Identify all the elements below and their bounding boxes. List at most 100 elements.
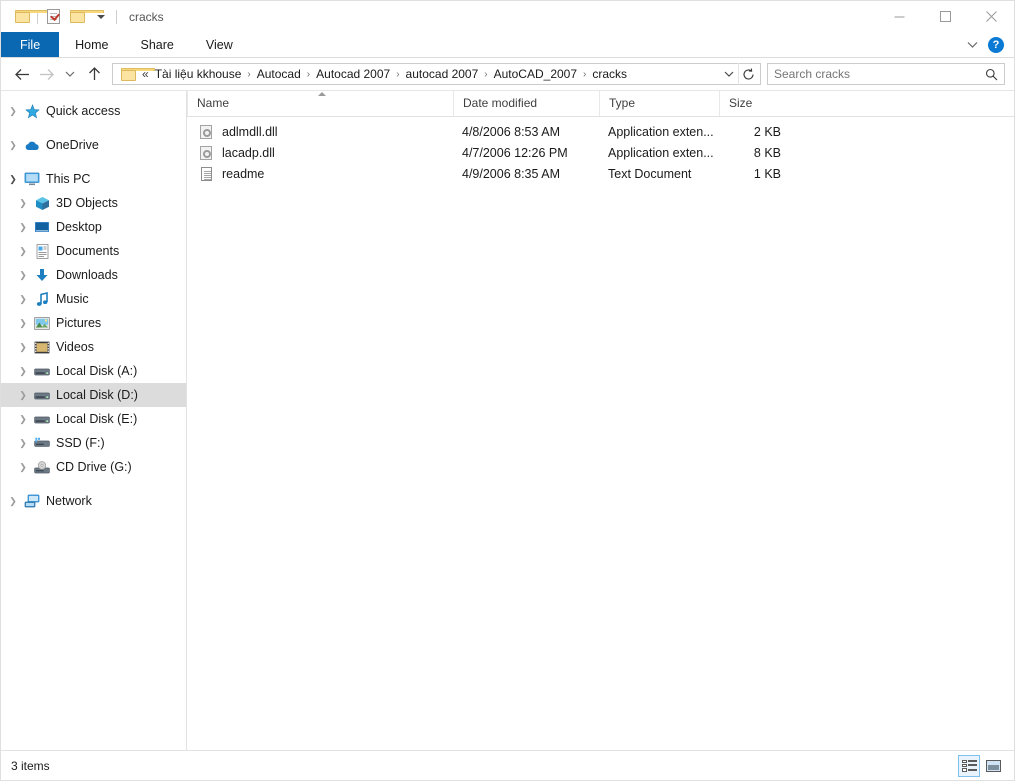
breadcrumb-item-4[interactable]: AutoCAD_2007 (491, 67, 580, 81)
sidebar-item-label: Desktop (56, 220, 102, 234)
sidebar-item-videos[interactable]: ❯ Videos (1, 335, 186, 359)
search-input[interactable] (774, 67, 984, 81)
new-folder-icon[interactable] (65, 6, 104, 28)
breadcrumb-sep-0[interactable]: › (244, 69, 253, 80)
file-type: Text Document (608, 166, 692, 181)
chevron-right-icon[interactable]: ❯ (15, 198, 31, 209)
chevron-right-icon[interactable]: ❯ (5, 106, 21, 117)
chevron-right-icon[interactable]: ❯ (15, 342, 31, 353)
table-row[interactable]: lacadp.dll 4/7/2006 12:26 PM Application… (187, 142, 1014, 163)
sidebar-item-local-disk-d[interactable]: ❯ Local Disk (D:) (1, 383, 186, 407)
sidebar-item-3d-objects[interactable]: ❯ 3D Objects (1, 191, 186, 215)
chevron-right-icon[interactable]: ❯ (15, 390, 31, 401)
up-icon[interactable] (82, 62, 106, 86)
breadcrumb-item-5[interactable]: cracks (589, 67, 630, 81)
drive-icon (31, 366, 53, 377)
help-icon[interactable]: ? (988, 36, 1004, 53)
file-date-modified: 4/7/2006 12:26 PM (462, 145, 568, 160)
chevron-right-icon[interactable]: ❯ (5, 140, 21, 151)
qat-separator-2 (116, 9, 117, 24)
sidebar-item-quick-access[interactable]: ❯ Quick access (1, 99, 186, 123)
recent-locations-chevron-icon[interactable] (58, 62, 82, 86)
refresh-icon[interactable] (738, 63, 758, 85)
sidebar-item-label: 3D Objects (56, 196, 118, 210)
column-header-type[interactable]: Type (599, 90, 719, 116)
quick-access-toolbar (1, 6, 120, 28)
text-document-icon (198, 166, 214, 182)
sidebar-item-music[interactable]: ❯ Music (1, 287, 186, 311)
sidebar-item-ssd-f[interactable]: ❯ SSD (F:) (1, 431, 186, 455)
chevron-down-icon[interactable] (89, 6, 113, 28)
item-count-label: 3 items (11, 758, 50, 773)
minimize-icon[interactable] (876, 1, 922, 32)
details-view-button[interactable] (958, 754, 980, 777)
chevron-right-icon[interactable]: ❯ (15, 366, 31, 377)
search-icon[interactable] (984, 68, 998, 81)
navigation-pane[interactable]: ❯ Quick access ❯ OneDrive ❯ This PC ❯ 3D… (1, 91, 187, 750)
monitor-icon (21, 172, 43, 186)
network-icon (21, 494, 43, 508)
documents-icon (31, 243, 53, 259)
properties-icon[interactable] (41, 6, 65, 28)
address-path-box[interactable]: « Tài liệu kkhouse › Autocad › Autocad 2… (112, 63, 761, 85)
tab-share[interactable]: Share (125, 32, 190, 57)
breadcrumb-item-0[interactable]: Tài liệu kkhouse (152, 67, 245, 81)
chevron-right-icon[interactable]: ❯ (15, 222, 31, 233)
table-row[interactable]: readme 4/9/2006 8:35 AM Text Document 1 … (187, 163, 1014, 184)
sidebar-item-downloads[interactable]: ❯ Downloads (1, 263, 186, 287)
close-icon[interactable] (968, 1, 1014, 32)
file-list-pane[interactable]: Name Date modified Type Size adlmdll.dll… (187, 90, 1014, 750)
sidebar-item-network[interactable]: ❯ Network (1, 489, 186, 513)
sidebar-item-this-pc[interactable]: ❯ This PC (1, 167, 186, 191)
tab-file[interactable]: File (1, 32, 60, 57)
sidebar-item-local-disk-a[interactable]: ❯ Local Disk (A:) (1, 359, 186, 383)
breadcrumb-sep-2[interactable]: › (393, 69, 402, 80)
breadcrumb-sep-1[interactable]: › (304, 69, 313, 80)
chevron-right-icon[interactable]: ❯ (15, 438, 31, 449)
back-icon[interactable] (10, 62, 34, 86)
column-header-size[interactable]: Size (719, 90, 799, 116)
ssd-icon (31, 437, 53, 449)
star-icon (21, 103, 43, 119)
chevron-right-icon[interactable]: ❯ (15, 270, 31, 281)
sidebar-item-label: Quick access (46, 104, 121, 118)
ribbon-collapse-chevron-icon[interactable] (967, 38, 978, 52)
file-rows: adlmdll.dll 4/8/2006 8:53 AM Application… (187, 117, 1014, 750)
sidebar-item-local-disk-e[interactable]: ❯ Local Disk (E:) (1, 407, 186, 431)
chevron-right-icon[interactable]: ❯ (15, 462, 31, 473)
breadcrumb-item-1[interactable]: Autocad (254, 67, 304, 81)
tab-view[interactable]: View (190, 32, 249, 57)
column-header-date-modified[interactable]: Date modified (453, 90, 599, 116)
sidebar-item-label: Network (46, 494, 92, 508)
breadcrumb-item-3[interactable]: autocad 2007 (403, 67, 482, 81)
large-icons-view-button[interactable] (982, 755, 1004, 777)
sidebar-item-label: Documents (56, 244, 120, 258)
chevron-right-icon[interactable]: ❯ (15, 318, 31, 329)
sidebar-item-desktop[interactable]: ❯ Desktop (1, 215, 186, 239)
forward-icon[interactable] (34, 62, 58, 86)
breadcrumb-item-2[interactable]: Autocad 2007 (313, 67, 393, 81)
sidebar-item-onedrive[interactable]: ❯ OneDrive (1, 133, 186, 157)
drive-icon (31, 390, 53, 401)
search-box[interactable] (767, 63, 1005, 85)
main-area: ❯ Quick access ❯ OneDrive ❯ This PC ❯ 3D… (1, 90, 1014, 750)
folder-icon[interactable] (10, 6, 49, 28)
sidebar-item-cd-drive-g[interactable]: ❯ CD Drive (G:) (1, 455, 186, 479)
table-row[interactable]: adlmdll.dll 4/8/2006 8:53 AM Application… (187, 121, 1014, 142)
maximize-icon[interactable] (922, 1, 968, 32)
chevron-right-icon[interactable]: ❯ (15, 414, 31, 425)
file-explorer-window: cracks File Home Share View ? « Tài liệu… (0, 0, 1015, 781)
breadcrumb-sep-3[interactable]: › (481, 69, 490, 80)
chevron-right-icon[interactable]: ❯ (5, 496, 21, 507)
chevron-right-icon[interactable]: ❯ (15, 246, 31, 257)
sidebar-item-label: Local Disk (E:) (56, 412, 138, 426)
breadcrumb-sep-4[interactable]: › (580, 69, 589, 80)
ribbon-tab-bar: File Home Share View ? (1, 32, 1014, 58)
tab-home[interactable]: Home (59, 32, 124, 57)
chevron-right-icon[interactable]: ❯ (15, 294, 31, 305)
chevron-down-icon[interactable]: ❯ (5, 174, 21, 185)
address-dropdown-chevron-icon[interactable] (720, 71, 738, 78)
sidebar-item-documents[interactable]: ❯ Documents (1, 239, 186, 263)
sidebar-item-pictures[interactable]: ❯ Pictures (1, 311, 186, 335)
dll-icon (198, 145, 214, 161)
